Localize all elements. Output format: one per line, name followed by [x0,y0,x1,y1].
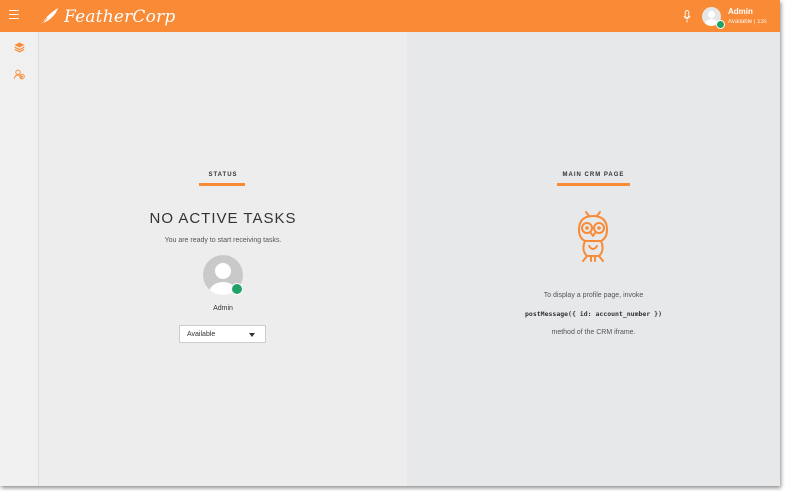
crm-section-title: MAIN CRM PAGE [562,172,625,178]
online-status-dot [716,20,725,29]
ready-message: You are ready to start receiving tasks. [164,237,282,244]
no-active-tasks-heading: NO ACTIVE TASKS [149,210,297,227]
feather-icon [39,8,58,27]
status-dropdown[interactable]: Available [179,325,266,343]
sidebar [0,32,39,486]
crm-instruction-line2: method of the CRM iframe. [551,329,636,336]
brand-logo: FeatherCorp [38,6,175,28]
brand-name: FeatherCorp [64,7,176,27]
crm-instruction-line1: To display a profile page, invoke [543,292,644,299]
user-status-text: Available | 13s [728,19,767,25]
crm-panel: MAIN CRM PAGE To display a profile page,… [407,32,780,486]
status-dropdown-value: Available [187,330,216,338]
menu-icon[interactable] [9,10,19,20]
layers-icon[interactable] [14,42,25,53]
agent-online-status-dot [231,283,243,295]
microphone-icon[interactable] [683,10,691,23]
status-title-underline [199,183,245,186]
status-section-title: STATUS [208,172,238,178]
crm-title-underline [557,183,630,186]
agent-name: Admin [213,305,233,312]
crm-code-snippet: postMessage({ id: account_number }) [525,310,662,318]
app-window: FeatherCorp Admin Available | 13s STATUS… [0,0,780,486]
caret-down-icon [249,333,255,337]
owl-mascot-icon [578,211,608,262]
agents-icon[interactable] [14,69,25,80]
top-bar: FeatherCorp Admin Available | 13s [0,0,780,32]
user-info[interactable]: Admin Available | 13s [728,7,767,27]
user-name: Admin [728,7,753,16]
status-panel: STATUS NO ACTIVE TASKS You are ready to … [39,32,407,486]
